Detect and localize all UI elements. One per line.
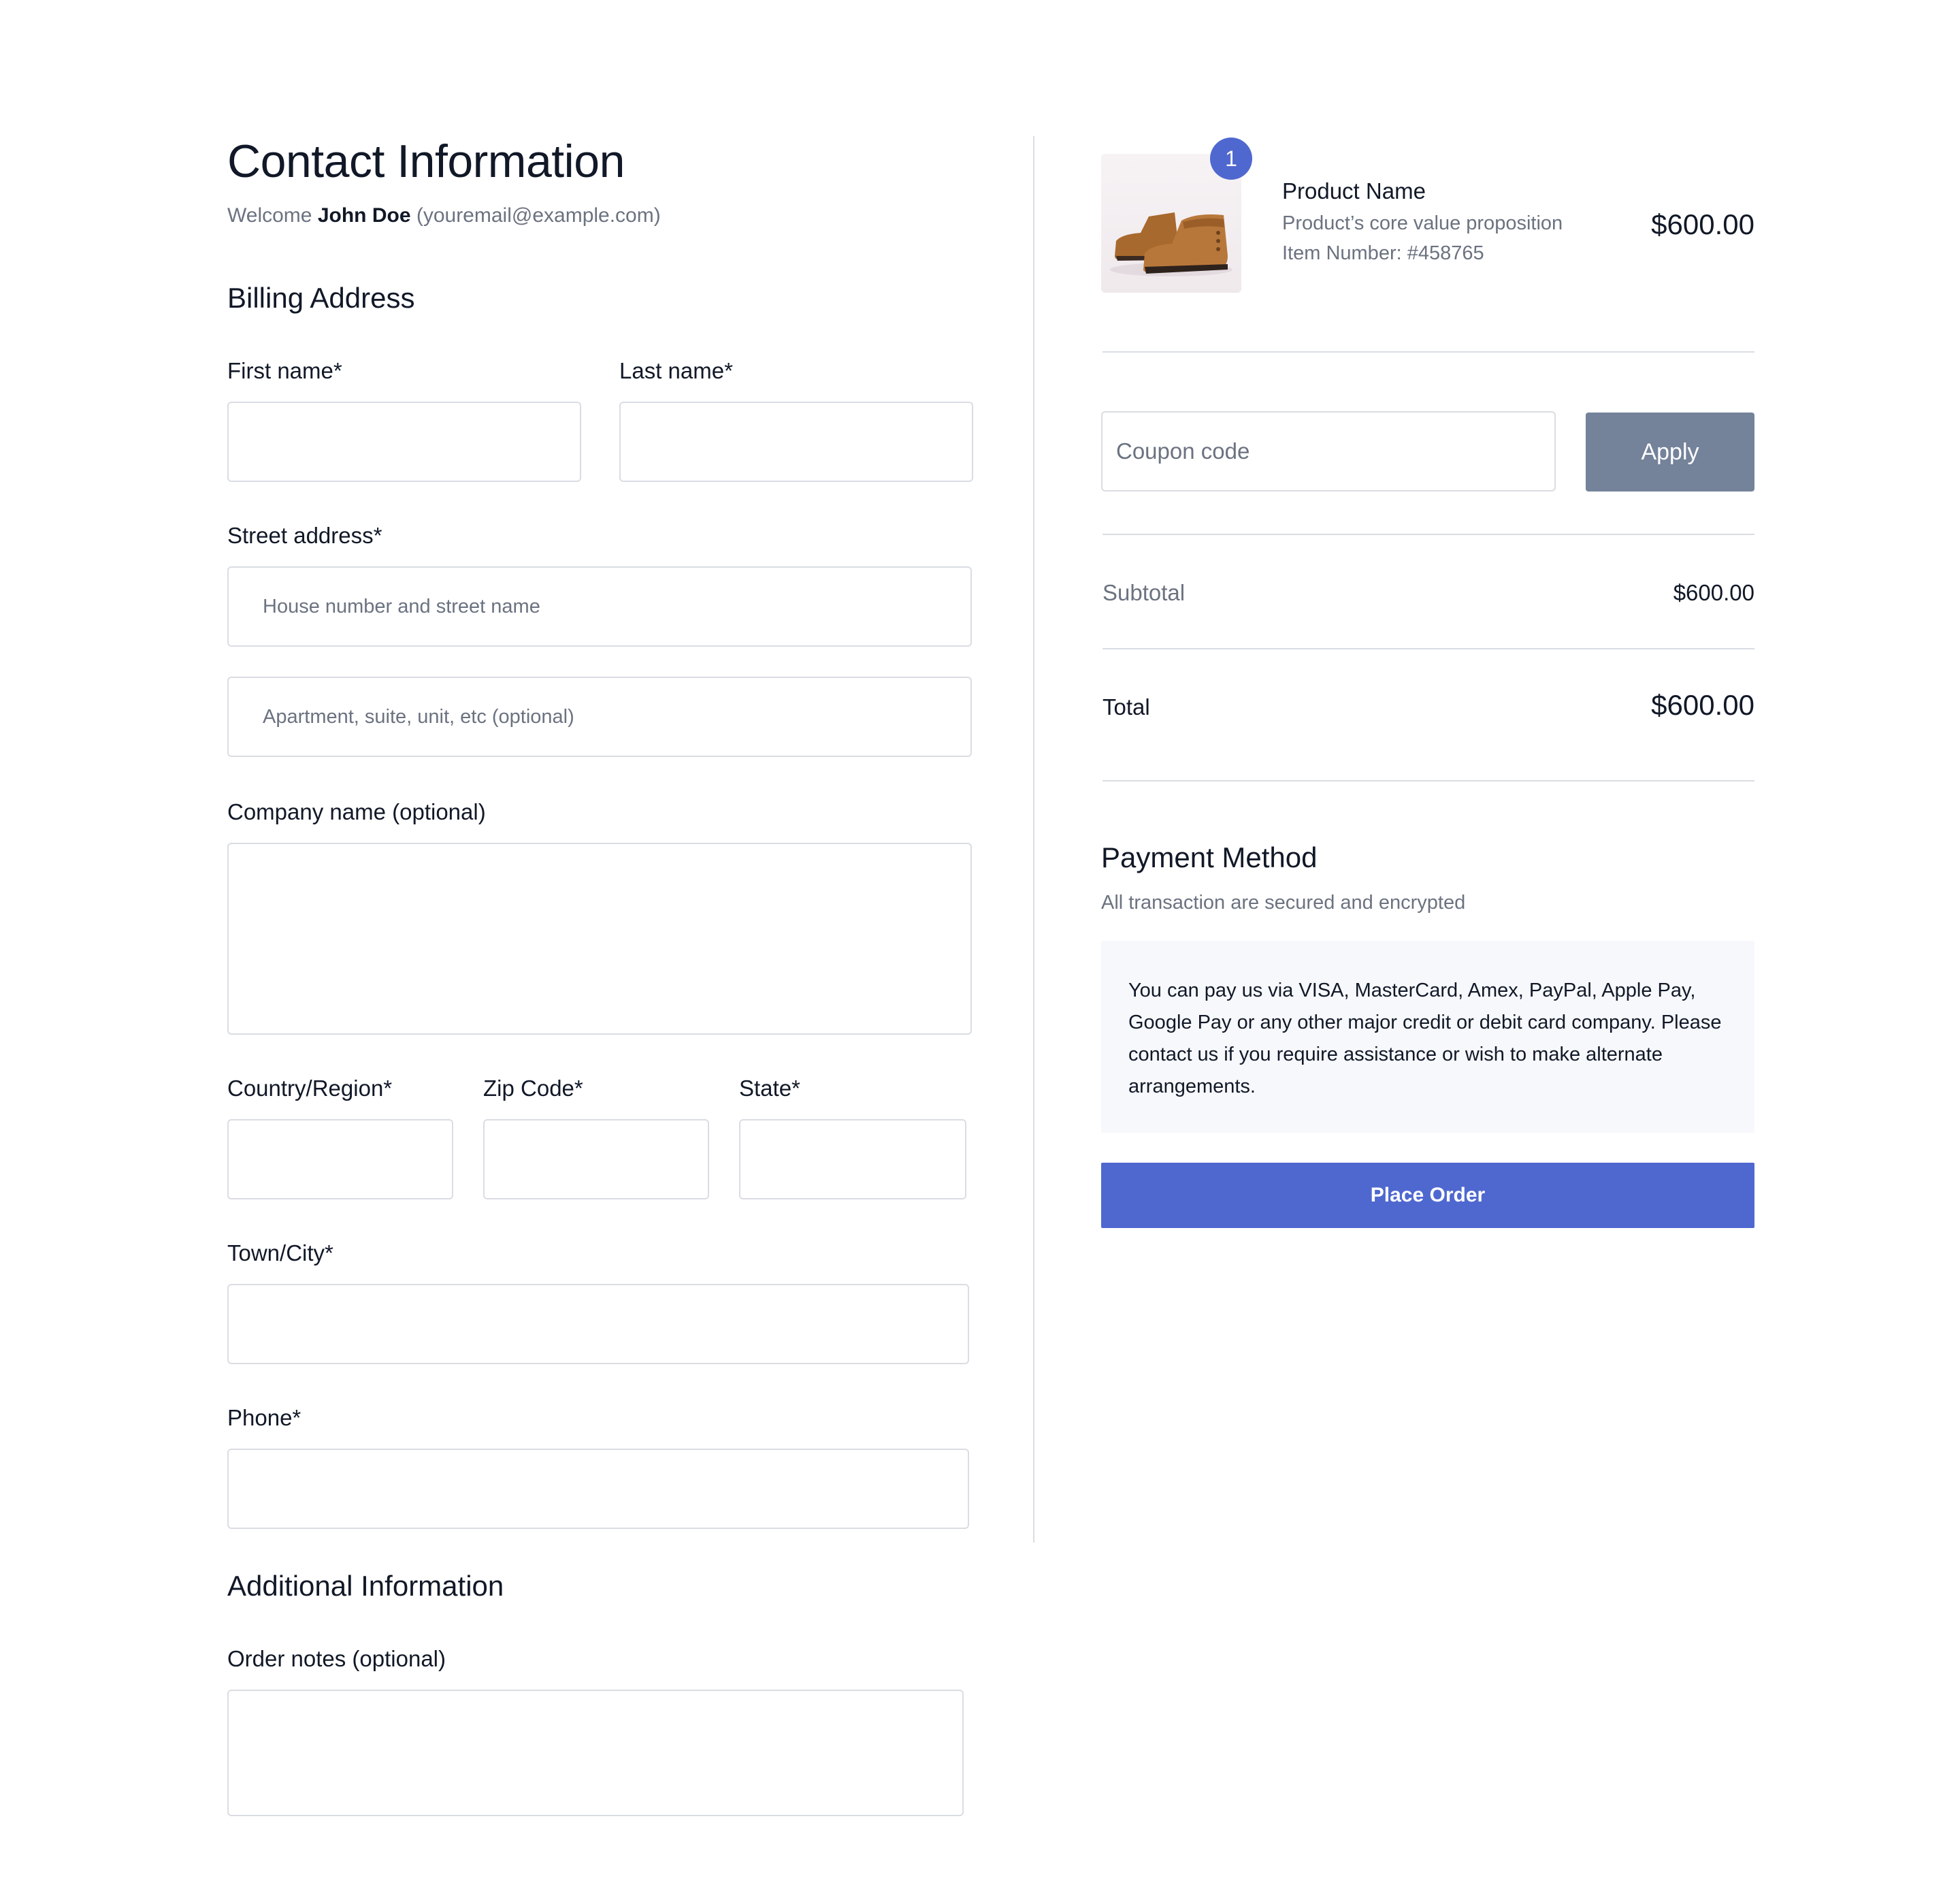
country-region-field[interactable] — [227, 1119, 453, 1199]
phone-label: Phone* — [227, 1405, 301, 1430]
street-address-field[interactable] — [227, 566, 972, 647]
product-divider — [1102, 351, 1754, 353]
coupon-code-input[interactable] — [1101, 411, 1556, 491]
apartment-field[interactable] — [227, 677, 972, 757]
product-item-number: Item Number: #458765 — [1282, 242, 1484, 264]
payment-info-box: You can pay us via VISA, MasterCard, Ame… — [1101, 941, 1754, 1133]
last-name-label: Last name* — [619, 358, 733, 383]
town-city-field[interactable] — [227, 1284, 969, 1364]
payment-security-note: All transaction are secured and encrypte… — [1101, 892, 1466, 914]
billing-address-title: Billing Address — [227, 282, 415, 314]
coupon-divider — [1102, 534, 1754, 535]
welcome-text: Welcome John Doe (youremail@example.com) — [227, 204, 661, 227]
payment-info-text: You can pay us via VISA, MasterCard, Ame… — [1128, 980, 1722, 1097]
payment-method-title: Payment Method — [1101, 841, 1318, 873]
product-description: Product’s core value proposition — [1282, 212, 1563, 234]
first-name-field[interactable] — [227, 402, 581, 482]
subtotal-label: Subtotal — [1102, 580, 1186, 605]
place-order-button[interactable]: Place Order — [1101, 1163, 1754, 1228]
zip-code-label: Zip Code* — [483, 1076, 583, 1101]
first-name-label: First name* — [227, 358, 342, 383]
user-email: (youremail@example.com) — [410, 204, 661, 227]
column-divider — [1033, 136, 1034, 1543]
town-city-label: Town/City* — [227, 1240, 333, 1265]
phone-field[interactable] — [227, 1449, 969, 1529]
subtotal-value: $600.00 — [1673, 580, 1754, 605]
product-price: $600.00 — [1651, 208, 1754, 240]
company-name-label: Company name (optional) — [227, 799, 486, 824]
total-divider — [1102, 780, 1754, 781]
cart-quantity-badge: 1 — [1210, 138, 1252, 180]
company-name-field[interactable] — [227, 843, 972, 1035]
user-name: John Doe — [317, 204, 411, 227]
last-name-field[interactable] — [619, 402, 973, 482]
street-address-label: Street address* — [227, 523, 382, 548]
total-label: Total — [1102, 694, 1150, 720]
order-notes-label: Order notes (optional) — [227, 1646, 446, 1671]
country-region-label: Country/Region* — [227, 1076, 393, 1101]
state-field[interactable] — [739, 1119, 966, 1199]
state-label: State* — [739, 1076, 800, 1101]
welcome-prefix: Welcome — [227, 204, 318, 227]
total-value: $600.00 — [1651, 689, 1754, 721]
order-notes-field[interactable] — [227, 1690, 964, 1816]
page-title: Contact Information — [227, 135, 625, 187]
zip-code-field[interactable] — [483, 1119, 709, 1199]
product-name: Product Name — [1282, 178, 1426, 204]
subtotal-divider — [1102, 648, 1754, 649]
apply-coupon-button[interactable]: Apply — [1586, 413, 1754, 491]
additional-information-title: Additional Information — [227, 1570, 504, 1602]
